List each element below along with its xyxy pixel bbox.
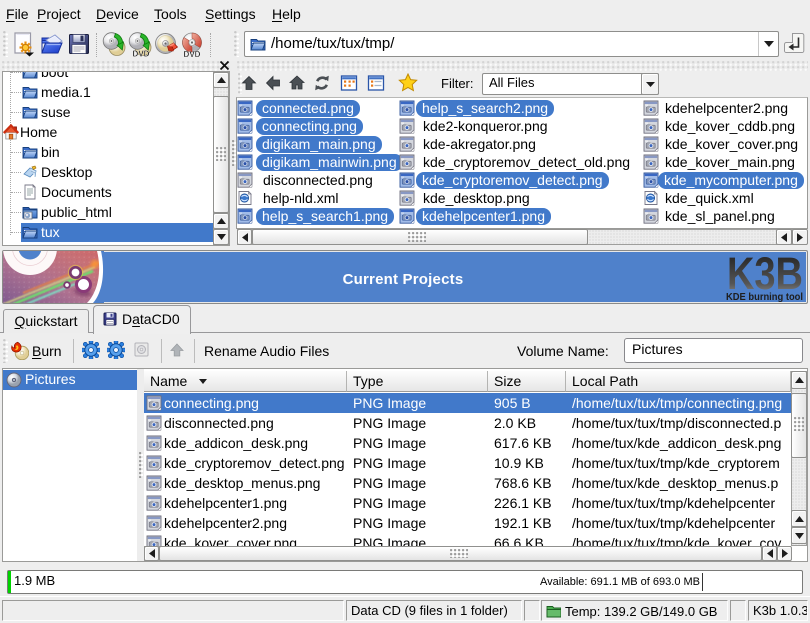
svg-text:DVD: DVD	[184, 50, 201, 58]
svg-text:DVD: DVD	[133, 50, 150, 59]
svg-text:KDE burning tool: KDE burning tool	[726, 292, 803, 303]
